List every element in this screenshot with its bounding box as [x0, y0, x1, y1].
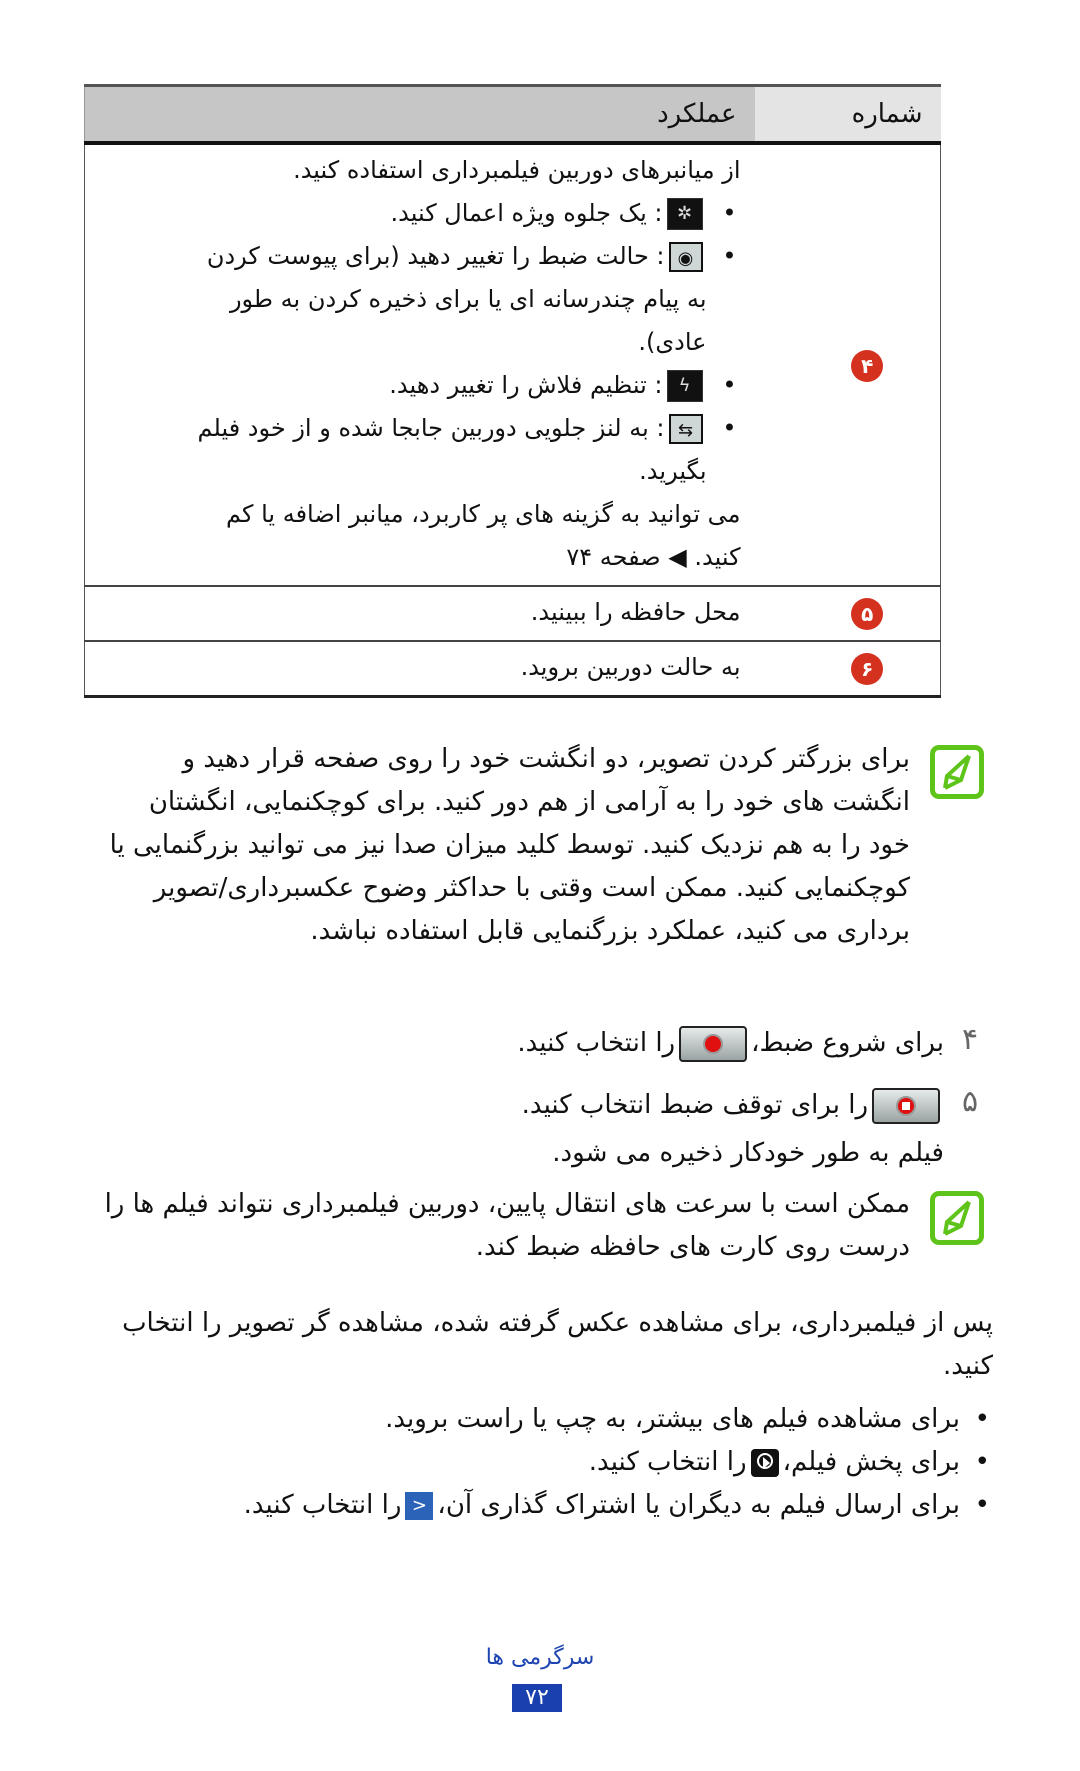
row4-outro: می توانید به گزینه های پر کاربرد، میانبر…	[226, 500, 741, 571]
note-transfer-speed: ممکن است با سرعت های انتقال پایین، دوربی…	[104, 1189, 910, 1262]
row4-intro: از میانبرهای دوربین فیلمبرداری استفاده ک…	[293, 156, 741, 184]
effect-wand-icon: ✲	[666, 198, 703, 230]
step-number: ۵	[962, 1084, 979, 1119]
row5-text: محل حافظه را ببینید.	[84, 585, 755, 641]
auto-save-text: فیلم به طور خودکار ذخیره می شود.	[552, 1138, 944, 1168]
step-number: ۴	[962, 1022, 979, 1057]
step-4: برای شروع ضبط،را انتخاب کنید.	[200, 1022, 944, 1065]
table-row: ۴ از میانبرهای دوربین فیلمبرداری استفاده…	[84, 143, 941, 586]
list-item: برای پخش فیلم،را انتخاب کنید.	[100, 1441, 990, 1484]
shortcuts-table: شماره عملکرد ۴ از میانبرهای دوربین فیلمب…	[84, 84, 941, 698]
page-number: ۷۲	[512, 1684, 562, 1712]
playback-list: برای مشاهده فیلم های بیشتر، به چپ یا راس…	[100, 1398, 994, 1527]
header-number: شماره	[754, 85, 941, 145]
recording-mode-icon: ◉	[668, 242, 703, 272]
list-item: ◉: حالت ضبط را تغییر دهید (برای پیوست کر…	[185, 235, 736, 364]
list-item: ✲: یک جلوه ویژه اعمال کنید.	[185, 192, 736, 235]
share-icon[interactable]: <	[405, 1491, 434, 1520]
list-item: ⇆: به لنز جلویی دوربین جابجا شده و از خو…	[185, 407, 736, 493]
note-icon	[930, 745, 984, 799]
arrow-icon: ◀	[668, 543, 687, 571]
section-title: سرگرمی ها	[485, 1645, 595, 1670]
row6-text: به حالت دوربین بروید.	[84, 640, 755, 697]
note-icon	[930, 1191, 984, 1245]
header-function: عملکرد	[84, 85, 755, 145]
badge-5: ۵	[851, 598, 884, 630]
table-row: ۵ محل حافظه را ببینید.	[84, 585, 941, 641]
play-icon[interactable]	[750, 1448, 779, 1477]
note-zoom: برای بزرگتر کردن تصویر، دو انگشت خود را …	[109, 744, 910, 946]
after-recording-paragraph: پس از فیلمبرداری، برای مشاهده عکس گرفته …	[122, 1308, 993, 1381]
record-button-icon[interactable]	[679, 1025, 748, 1062]
stop-button-icon[interactable]	[872, 1087, 940, 1124]
list-item: برای ارسال فیلم به دیگران یا اشتراک گذار…	[100, 1484, 990, 1527]
switch-camera-icon: ⇆	[668, 414, 703, 444]
list-item: برای مشاهده فیلم های بیشتر، به چپ یا راس…	[100, 1398, 990, 1441]
badge-6: ۶	[851, 653, 884, 685]
table-header: شماره عملکرد	[84, 85, 941, 145]
flash-off-icon: ϟ	[666, 370, 703, 402]
badge-4: ۴	[851, 349, 884, 382]
page-reference[interactable]: صفحه ۷۴	[566, 543, 660, 571]
list-item: ϟ: تنظیم فلاش را تغییر دهید.	[185, 364, 736, 407]
step-5: را برای توقف ضبط انتخاب کنید.	[200, 1084, 944, 1127]
table-row: ۶ به حالت دوربین بروید.	[84, 640, 941, 697]
